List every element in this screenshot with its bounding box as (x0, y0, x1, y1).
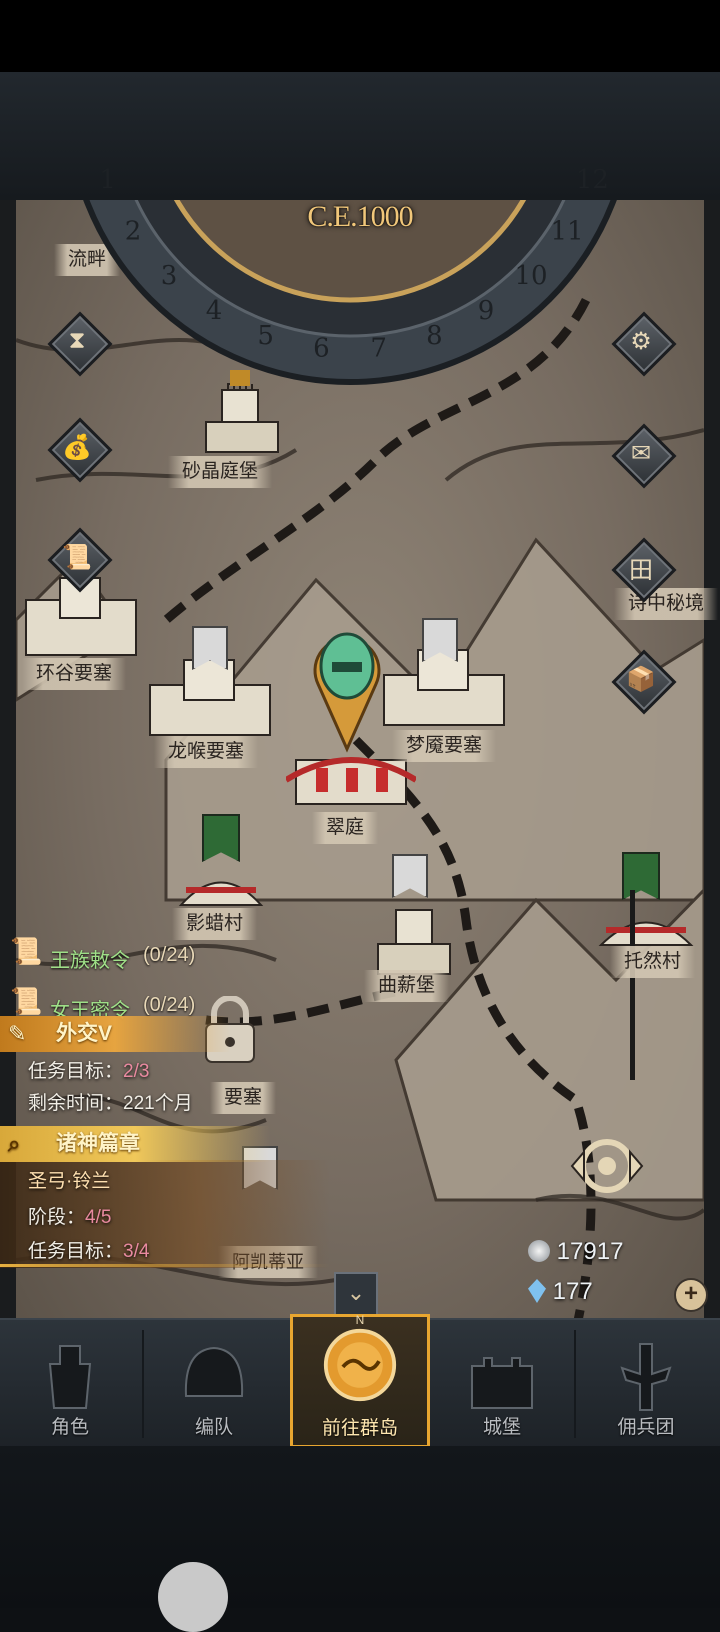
month-label: 6 (313, 333, 330, 363)
target-label: 任务目标： (28, 1241, 124, 1262)
scroll-icon: 📜 (10, 986, 43, 1016)
location-label[interactable]: 曲薪堡 (364, 970, 450, 1002)
bottom-navigation: 角色 编队 N 前往群岛 城堡 佣兵团 (0, 1313, 720, 1448)
bottom-area (0, 1446, 720, 1608)
location-label[interactable]: 翠庭 (312, 812, 379, 844)
quest-title: 外交V (56, 1022, 113, 1045)
money-bag-button[interactable]: 💰 (47, 417, 113, 483)
handshake-icon: ✎ (8, 1021, 27, 1046)
stage-label: 阶段： (28, 1207, 86, 1228)
quest-progress: (0/24) (143, 944, 196, 966)
money-bag-icon: 💰 (62, 433, 92, 461)
month-label: 1 (99, 165, 116, 195)
crystal-resource: 177 (528, 1278, 593, 1306)
player-helmet-marker[interactable] (312, 624, 382, 754)
nav-label: 编队 (194, 1417, 233, 1438)
scroll-icon: 📜 (10, 936, 43, 966)
silver-coin-icon (528, 1240, 550, 1262)
village-tuoran[interactable] (596, 900, 696, 950)
month-label: 3 (161, 261, 178, 291)
village-yingla[interactable] (176, 860, 266, 910)
helmet-icon (184, 1346, 244, 1397)
nav-mercenary[interactable]: 佣兵团 (576, 1320, 716, 1448)
supplies-button[interactable]: 📦 (611, 649, 677, 715)
compass-north: N (355, 1313, 365, 1327)
gods-stage: 阶段：4/5 (28, 1202, 111, 1229)
silver-amount: 17917 (556, 1238, 624, 1265)
quest-title: 王族敕令 (50, 950, 130, 972)
castle-quxinbao[interactable] (376, 900, 456, 980)
nav-islands[interactable]: N 前往群岛 (290, 1313, 430, 1448)
month-label: 10 (514, 261, 547, 291)
location-label[interactable]: 砂晶庭堡 (168, 456, 273, 488)
month-label: 8 (426, 321, 443, 351)
castle-icon (471, 1357, 533, 1409)
castle-longhou[interactable] (144, 650, 274, 740)
supplies-icon: 📦 (626, 665, 656, 693)
gods-target: 任务目标：3/4 (28, 1236, 149, 1263)
plus-icon: + (683, 1280, 698, 1307)
target-value: 2/3 (123, 1061, 150, 1082)
time-label: 剩余时间： (28, 1093, 124, 1114)
nav-team[interactable]: 编队 (144, 1320, 284, 1448)
diplomacy-quest-banner[interactable]: ✎ 外交V (0, 1016, 230, 1052)
quest-title: 诸神篇章 (56, 1132, 140, 1155)
diplomacy-time: 剩余时间：221个月 (28, 1088, 193, 1115)
map-grid-button[interactable]: 田 (611, 537, 677, 603)
month-label: 7 (370, 333, 387, 363)
location-label[interactable]: 要塞 (210, 1082, 277, 1114)
nav-label: 佣兵团 (617, 1417, 675, 1438)
target-value: 3/4 (123, 1241, 150, 1262)
stage-value: 4/5 (85, 1207, 112, 1228)
diplomacy-target: 任务目标：2/3 (28, 1056, 149, 1083)
silver-resource: 17917 (528, 1238, 623, 1266)
location-label[interactable]: 托然村 (610, 946, 696, 978)
collapse-button[interactable]: ⌄ (334, 1272, 378, 1316)
quest-progress: (0/24) (143, 994, 196, 1016)
month-label: 4 (206, 296, 223, 326)
flag-pole (630, 890, 635, 1080)
month-label: 5 (257, 321, 274, 351)
recenter-button[interactable] (552, 1126, 662, 1206)
map-grid-icon: 田 (629, 556, 653, 584)
gods-hero: 圣弓·铃兰 (28, 1171, 111, 1192)
nav-castle[interactable]: 城堡 (432, 1320, 572, 1448)
compass-icon (323, 1328, 397, 1402)
location-label[interactable]: 影蜡村 (172, 908, 258, 940)
scroll-button[interactable]: 📜 (47, 527, 113, 593)
search-icon: ⌕ (8, 1131, 21, 1156)
chevron-down-icon: ⌄ (346, 1280, 366, 1305)
nav-role[interactable]: 角色 (0, 1320, 140, 1448)
nav-label: 角色 (50, 1417, 89, 1438)
mail-button[interactable]: ✉ (611, 423, 677, 489)
calendar-wheel: 12345 6 7 89101112 (83, 165, 617, 385)
add-crystal-button[interactable]: + (674, 1278, 708, 1312)
location-label[interactable]: 龙喉要塞 (154, 736, 259, 768)
mail-icon: ✉ (630, 439, 652, 467)
nav-label: 前往群岛 (321, 1418, 398, 1439)
time-value: 221个月 (123, 1093, 193, 1114)
crystal-amount: 177 (552, 1278, 593, 1305)
gear-icon: ⚙ (630, 327, 652, 355)
target-label: 任务目标： (28, 1061, 124, 1082)
hourglass-button[interactable]: ⧗ (47, 311, 113, 377)
nav-label: 城堡 (482, 1417, 521, 1438)
mercenary-icon (620, 1343, 672, 1411)
hourglass-icon: ⧗ (68, 327, 86, 354)
month-label: 12 (576, 165, 609, 195)
calendar-year: C.E.1000 (307, 200, 413, 233)
settings-button[interactable]: ⚙ (611, 311, 677, 377)
gods-quest-banner[interactable]: ⌕ 诸神篇章 (0, 1126, 270, 1162)
knight-icon (48, 1345, 92, 1409)
crystal-icon (528, 1279, 546, 1303)
location-label[interactable]: 梦魇要塞 (392, 730, 497, 762)
scroll-icon: 📜 (62, 543, 92, 571)
location-label[interactable]: 环谷要塞 (22, 658, 127, 690)
floating-assist-button[interactable] (158, 1562, 228, 1632)
divider (0, 1264, 330, 1267)
month-label: 9 (478, 296, 495, 326)
